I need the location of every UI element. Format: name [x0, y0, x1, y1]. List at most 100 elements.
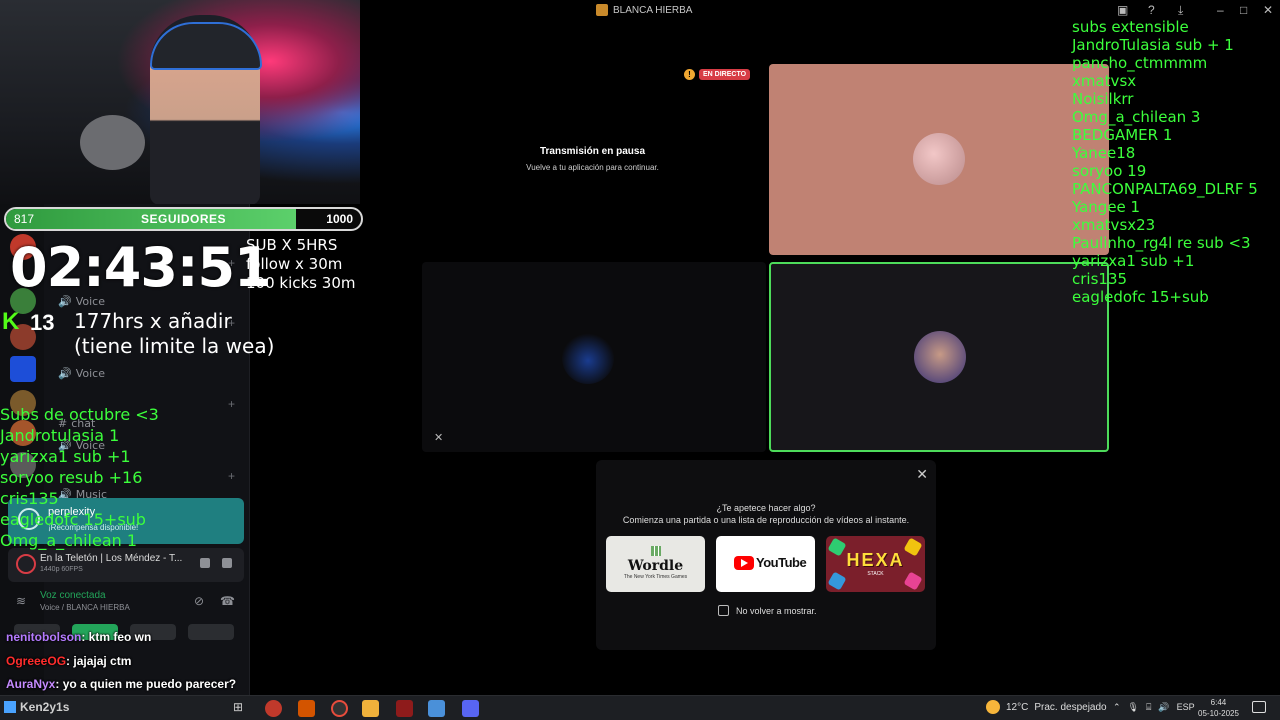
clock[interactable]: 6:44 05-10-2025 — [1198, 697, 1239, 719]
app-icon[interactable] — [265, 700, 282, 717]
app-icon[interactable] — [396, 700, 413, 717]
channel-item[interactable]: 🔊 Voice — [58, 367, 105, 380]
chat-username: AuraNyx — [6, 677, 56, 691]
close-icon[interactable]: ✕ — [916, 466, 928, 483]
sub-list-item: soryoo resub +16 — [0, 468, 143, 487]
weather-sun-icon — [986, 700, 1000, 714]
app-icon[interactable] — [428, 700, 445, 717]
wordle-card[interactable]: Wordle The New York Times Games — [606, 536, 705, 592]
sub-list-item: pancho_ctmmmm — [1072, 54, 1208, 72]
sub-list-item: Omg_a_chilean 3 — [1072, 108, 1201, 126]
hexa-subtitle: STACK — [867, 571, 884, 577]
add-channel-icon[interactable]: + — [228, 469, 235, 483]
dont-show-label: No volver a mostrar. — [736, 605, 817, 616]
window-title-text: BLANCA HIERBA — [613, 4, 693, 16]
app-icon[interactable] — [331, 700, 348, 717]
youtube-card[interactable]: YouTube — [716, 536, 815, 592]
stream-activity-card[interactable]: En la Teletón | Los Méndez - T... 1440p … — [8, 548, 244, 582]
wordle-publisher: The New York Times Games — [623, 574, 688, 580]
voice-status: ≋ Voz conectada Voice / BLANCA HIERBA ⊘ … — [8, 586, 244, 620]
maximize-icon[interactable]: □ — [1240, 3, 1247, 17]
channel-label: Voice — [75, 367, 105, 380]
app-icon[interactable] — [298, 700, 315, 717]
screen-share-icon[interactable]: ▣ — [1117, 3, 1128, 17]
participant-tile[interactable] — [769, 64, 1109, 255]
sub-list-item: cris135 — [0, 489, 59, 508]
soundboard-button[interactable] — [188, 624, 234, 640]
wordle-title: Wordle — [627, 558, 684, 574]
discord-icon[interactable] — [462, 700, 479, 717]
sub-list-item: PANCONPALTA69_DLRF 5 — [1072, 180, 1258, 198]
download-icon[interactable]: ⤓ — [1178, 3, 1183, 18]
stream-paused-message: Transmisión en pausa Vuelve a tu aplicac… — [490, 146, 695, 172]
sub-list-item: BEDGAMER 1 — [1072, 126, 1173, 144]
microphone-shape — [80, 115, 145, 170]
task-view-icon[interactable]: ⊞ — [233, 700, 243, 714]
avatar — [562, 332, 614, 384]
live-indicator: ! EN DIRECTO — [684, 69, 751, 80]
hexa-stack-card[interactable]: HEXA STACK — [826, 536, 925, 592]
chat-message: OgreeeOG: jajajaj ctm — [6, 654, 131, 668]
volume-icon[interactable]: 🔊 — [1158, 702, 1169, 713]
activity-quality: 1440p 60FPS — [40, 566, 83, 573]
sub-list-item: yarizxa1 sub +1 — [1072, 252, 1195, 270]
server-icon[interactable] — [10, 356, 36, 382]
sub-list-item: Jandrotulasia 1 — [0, 426, 120, 445]
rule-line: 100 kicks 30m — [246, 274, 356, 292]
avatar — [913, 133, 965, 185]
noise-suppression-icon[interactable]: ⊘ — [194, 594, 204, 608]
goal-label: SEGUIDORES — [140, 212, 226, 226]
hours-line: 177hrs x añadir — [74, 309, 232, 333]
sub-list-item: soryoo 19 — [1072, 162, 1147, 180]
disconnect-icon[interactable]: ☎ — [220, 594, 235, 608]
sub-list-item: Omg_a_chilean 1 — [0, 531, 138, 550]
close-icon[interactable]: ✕ — [1263, 3, 1273, 17]
dont-show-checkbox[interactable] — [718, 605, 729, 616]
help-icon[interactable]: ? — [1148, 3, 1155, 17]
weather-widget[interactable]: 12°C Prac. despejado — [986, 700, 1107, 714]
activity-suggestion-panel: ✕ ¿Te apetece hacer algo? Comienza una p… — [596, 460, 936, 650]
stop-stream-icon[interactable] — [200, 558, 210, 568]
language-indicator[interactable]: ESP — [1177, 702, 1195, 713]
notification-icon[interactable] — [1252, 701, 1266, 713]
youtube-title: YouTube — [756, 555, 807, 570]
sub-list-item: Yanee18 — [1072, 144, 1136, 162]
wordle-grid-icon — [651, 546, 661, 556]
sub-list-item: xmatvsx23 — [1072, 216, 1156, 234]
left-sub-list: Subs de octubre <3 Jandrotulasia 1 yariz… — [0, 404, 159, 551]
weather-condition: Prac. despejado — [1034, 701, 1107, 713]
sub-list-item: Paulinho_rg4l re sub <3 — [1072, 234, 1251, 252]
muted-icon: ✕ — [434, 432, 444, 444]
settings-icon[interactable] — [222, 558, 232, 568]
warning-icon: ! — [684, 69, 695, 80]
hexa-title: HEXA — [846, 550, 905, 570]
file-explorer-icon[interactable] — [362, 700, 379, 717]
network-icon[interactable]: ⌸ — [1146, 702, 1151, 713]
kick-count: 13 — [30, 310, 55, 335]
participant-tile-speaking[interactable] — [769, 262, 1109, 452]
right-sub-list: subs extensible JandroTulasia sub + 1 pa… — [1072, 18, 1258, 306]
live-label: EN DIRECTO — [699, 69, 751, 80]
app-icon[interactable] — [4, 701, 16, 713]
youtube-play-icon — [734, 556, 754, 570]
sub-list-item: cris135 — [1072, 270, 1128, 288]
date: 05-10-2025 — [1198, 709, 1239, 718]
sub-list-item: yarizxa1 sub +1 — [0, 447, 131, 466]
mic-icon[interactable]: 🎙 — [1128, 702, 1139, 713]
webcam-feed — [0, 0, 360, 204]
chat-message: AuraNyx: yo a quien me puedo parecer? — [6, 677, 236, 691]
dont-show-again[interactable]: No volver a mostrar. — [718, 605, 817, 616]
chevron-up-icon[interactable]: ⌃ — [1113, 702, 1121, 713]
chat-text: : jajajaj ctm — [66, 654, 132, 668]
participant-tile[interactable]: ✕ — [422, 262, 766, 452]
add-channel-icon[interactable]: + — [228, 397, 235, 411]
minimize-icon[interactable]: – — [1217, 3, 1224, 17]
chat-username: OgreeeOG — [6, 654, 67, 668]
goal-target: 1000 — [326, 212, 353, 226]
chat-username: nenitobolson — [6, 630, 82, 644]
subathon-timer: 02:43:51 — [10, 236, 272, 299]
sub-list-item: Noisilkrr — [1072, 90, 1134, 108]
sub-list-item: JandroTulasia sub + 1 — [1072, 36, 1234, 54]
avatar — [914, 331, 966, 383]
paused-title: Transmisión en pausa — [539, 146, 646, 157]
